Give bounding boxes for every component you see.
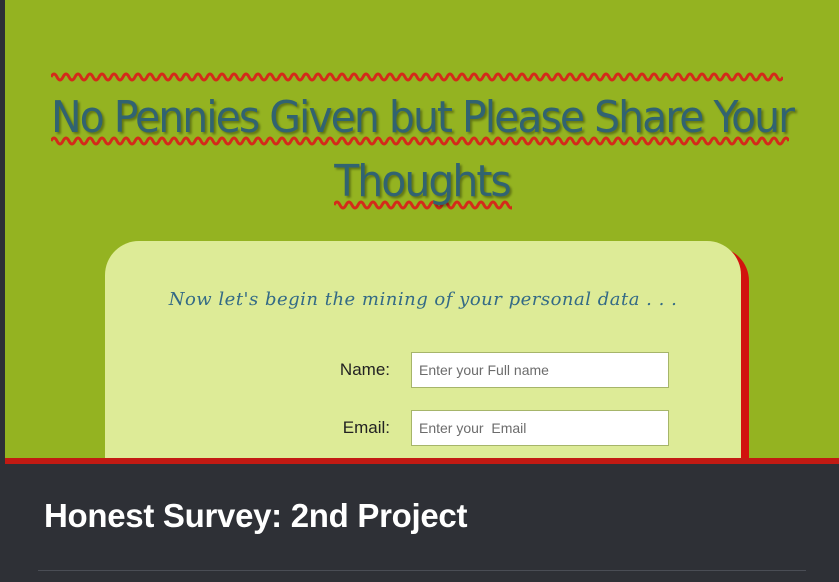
project-title[interactable]: Honest Survey: 2nd Project bbox=[44, 497, 467, 535]
form-tagline: Now let's begin the mining of your perso… bbox=[168, 289, 678, 310]
preview-divider bbox=[5, 458, 839, 464]
page-headline-continued: Thoughts bbox=[334, 155, 512, 207]
name-field[interactable] bbox=[411, 352, 669, 388]
footer-divider bbox=[38, 570, 806, 571]
project-preview[interactable]: No Pennies Given but Please Share Your T… bbox=[5, 0, 839, 458]
page-headline: No Pennies Given but Please Share Your bbox=[51, 91, 795, 143]
survey-form-card: Now let's begin the mining of your perso… bbox=[105, 241, 741, 458]
name-label: Name: bbox=[339, 360, 390, 379]
email-field[interactable] bbox=[411, 410, 669, 446]
email-label: Email: bbox=[342, 418, 390, 437]
spellcheck-underline bbox=[51, 71, 783, 83]
